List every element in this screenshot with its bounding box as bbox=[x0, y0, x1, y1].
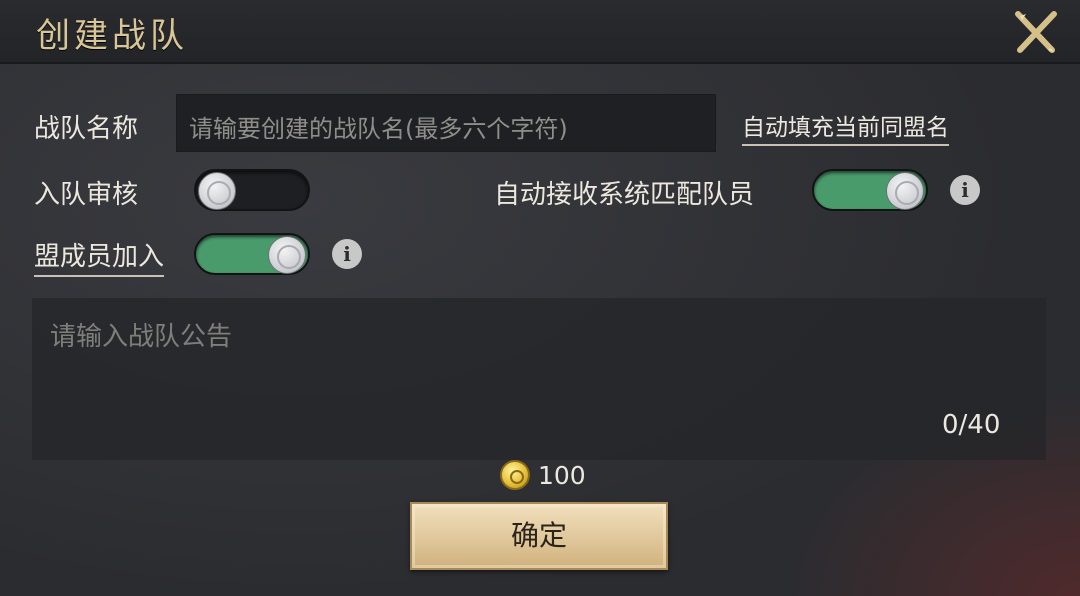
team-name-placeholder: 请输要创建的战队名(最多六个字符) bbox=[189, 115, 568, 143]
auto-accept-label: 自动接收系统匹配队员 bbox=[494, 180, 755, 210]
gold-coin-icon bbox=[500, 460, 530, 490]
alliance-join-label[interactable]: 盟成员加入 bbox=[34, 236, 165, 277]
join-review-toggle[interactable] bbox=[194, 169, 310, 211]
dialog-title: 创建战队 bbox=[36, 16, 188, 56]
team-notice-textarea[interactable]: 请输入战队公告 0/40 bbox=[32, 298, 1046, 460]
autofill-alliance-name-link[interactable]: 自动填充当前同盟名 bbox=[742, 108, 949, 146]
join-review-label: 入队审核 bbox=[34, 180, 139, 210]
create-team-dialog: 创建战队 战队名称 请输要创建的战队名(最多六个字符) 自动填充当前同盟名 入队… bbox=[0, 0, 1080, 596]
notice-placeholder: 请输入战队公告 bbox=[50, 322, 233, 352]
confirm-button[interactable]: 确定 bbox=[410, 502, 668, 570]
alliance-join-toggle[interactable] bbox=[194, 233, 310, 275]
auto-accept-toggle[interactable] bbox=[812, 169, 928, 211]
dialog-header: 创建战队 bbox=[0, 0, 1080, 64]
creation-cost: 100 bbox=[500, 458, 586, 492]
info-icon[interactable]: i bbox=[950, 175, 980, 205]
info-icon[interactable]: i bbox=[332, 239, 362, 269]
close-button[interactable] bbox=[1012, 8, 1060, 56]
cost-value: 100 bbox=[538, 460, 586, 490]
close-x-icon bbox=[1015, 11, 1057, 53]
toggle-knob bbox=[268, 236, 306, 274]
toggle-knob bbox=[198, 172, 236, 210]
team-name-input[interactable]: 请输要创建的战队名(最多六个字符) bbox=[176, 94, 716, 152]
toggle-knob bbox=[886, 172, 924, 210]
team-name-label: 战队名称 bbox=[34, 114, 139, 144]
char-count: 0/40 bbox=[942, 410, 1001, 440]
